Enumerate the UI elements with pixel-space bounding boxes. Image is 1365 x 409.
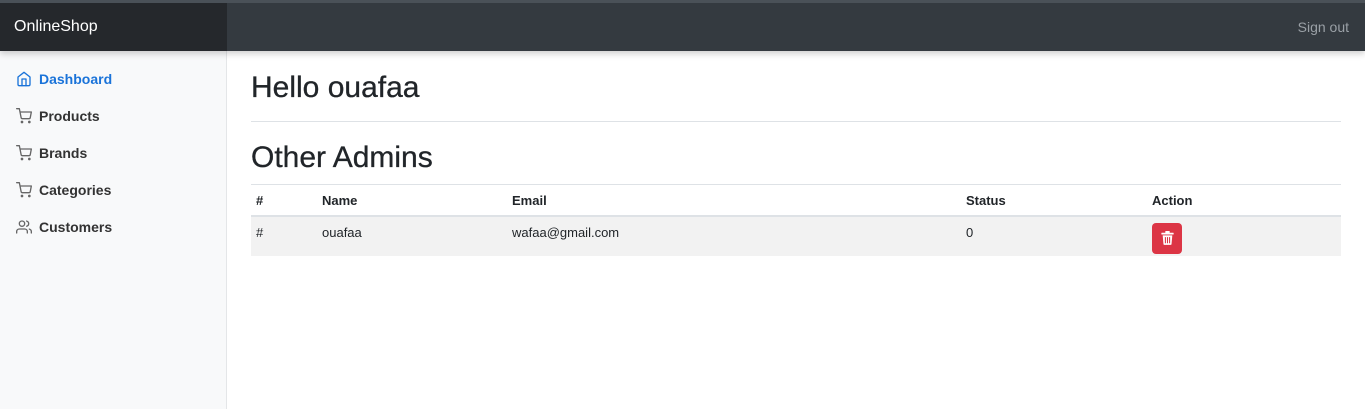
sidebar-nav: Dashboard Products Brands Categories Cus… — [0, 51, 226, 245]
sidebar-item-dashboard[interactable]: Dashboard — [0, 60, 226, 97]
top-navbar: OnlineShop Sign out — [0, 0, 1365, 51]
trash-icon — [1160, 231, 1174, 245]
sidebar-item-products[interactable]: Products — [0, 97, 226, 134]
sign-out-link[interactable]: Sign out — [1298, 3, 1349, 51]
admins-table: # Name Email Status Action # ouafaa wafa… — [251, 184, 1341, 256]
delete-button[interactable] — [1152, 222, 1182, 254]
section-title: Other Admins — [251, 141, 433, 174]
column-header: Action — [1147, 184, 1341, 217]
action-cell — [1147, 215, 1341, 256]
sidebar: Dashboard Products Brands Categories Cus… — [0, 51, 227, 409]
column-header: # — [251, 184, 317, 217]
name-cell: ouafaa — [317, 215, 507, 256]
users-icon — [15, 218, 33, 236]
column-header: Status — [961, 184, 1147, 217]
brand-logo[interactable]: OnlineShop — [0, 3, 227, 51]
status-cell: 0 — [961, 215, 1147, 256]
page-title: Hello ouafaa — [251, 71, 420, 104]
main-content: Hello ouafaa Other Admins # Name Email S… — [251, 51, 1341, 256]
sidebar-item-label: Brands — [39, 144, 88, 161]
sidebar-item-customers[interactable]: Customers — [0, 208, 226, 245]
table-header-row: # Name Email Status Action — [251, 184, 1341, 217]
cart-icon — [15, 181, 33, 199]
sidebar-item-brands[interactable]: Brands — [0, 134, 226, 171]
column-header: Email — [507, 184, 961, 217]
column-header: Name — [317, 184, 507, 217]
row-number-cell: # — [251, 215, 317, 256]
sidebar-item-label: Categories — [39, 181, 112, 198]
table-row: # ouafaa wafaa@gmail.com 0 — [251, 215, 1341, 256]
sidebar-item-label: Products — [39, 107, 100, 124]
sidebar-item-categories[interactable]: Categories — [0, 171, 226, 208]
home-icon — [15, 70, 33, 88]
cart-icon — [15, 107, 33, 125]
email-cell: wafaa@gmail.com — [507, 215, 961, 256]
sidebar-item-label: Customers — [39, 218, 113, 235]
sidebar-item-label: Dashboard — [39, 70, 113, 87]
cart-icon — [15, 144, 33, 162]
